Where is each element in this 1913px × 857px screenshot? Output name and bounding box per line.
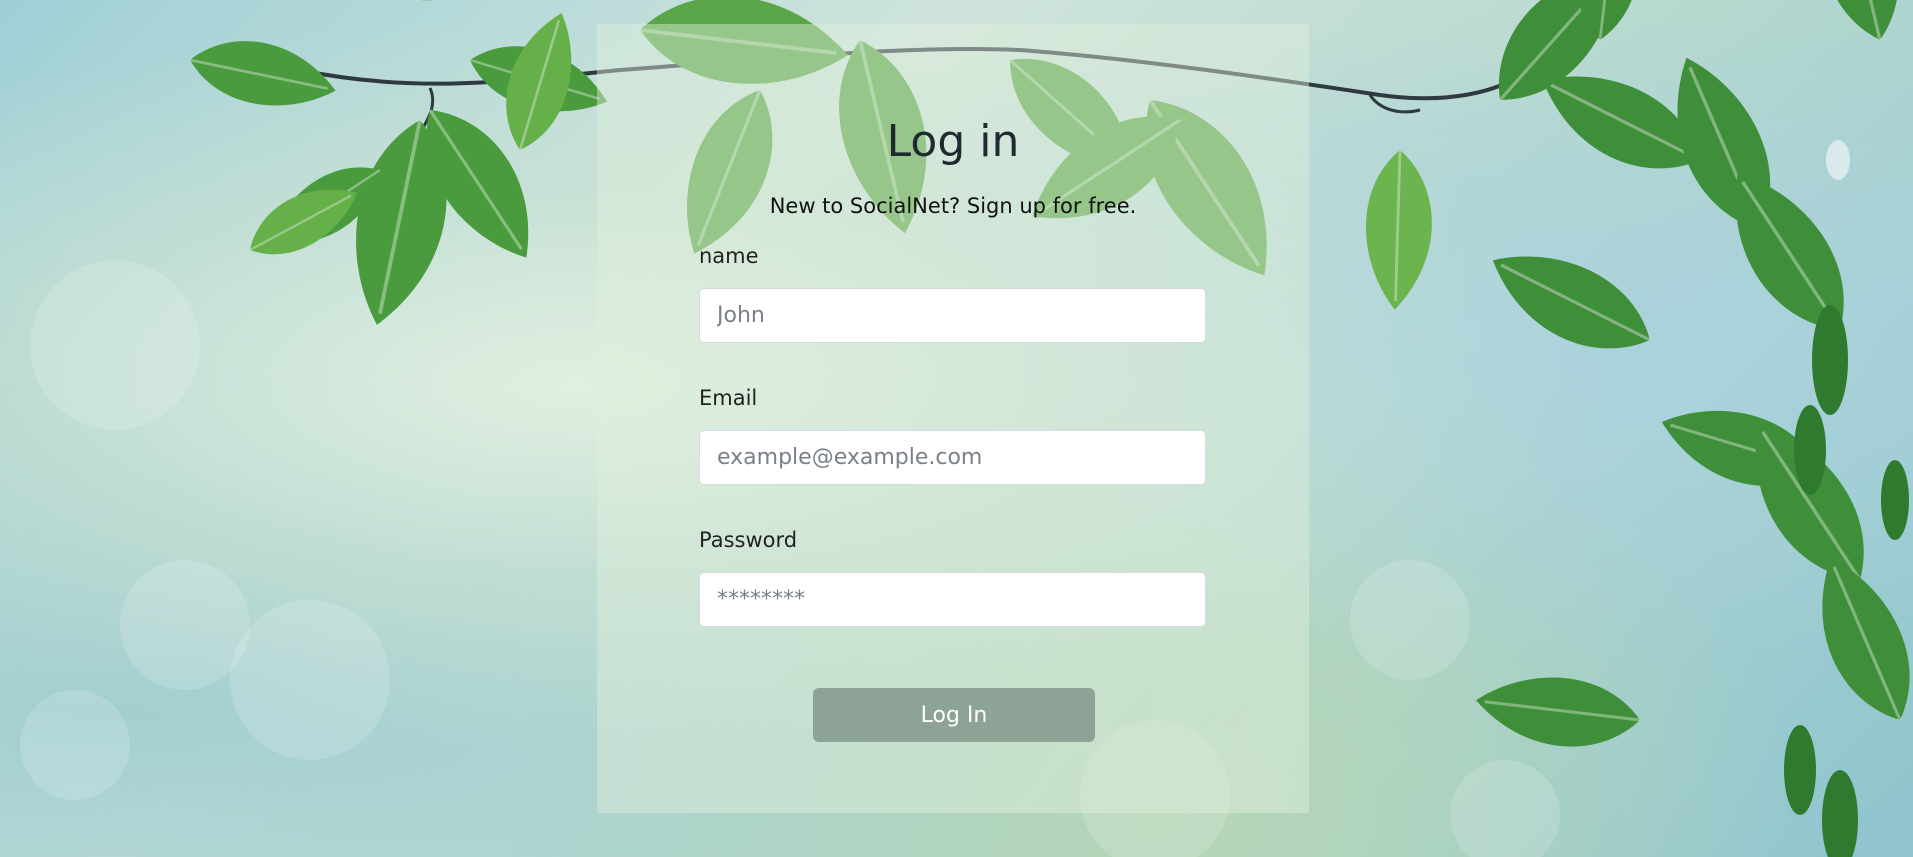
page-title: Log in — [886, 116, 1020, 167]
login-page: Log in New to SocialNet? Sign up for fre… — [0, 0, 1913, 857]
background-bokeh — [230, 600, 390, 760]
signup-prompt: New to SocialNet? Sign up for free. — [769, 194, 1137, 218]
background-bokeh — [1450, 760, 1560, 857]
email-label: Email — [699, 386, 758, 410]
password-label: Password — [699, 528, 798, 552]
email-input[interactable] — [699, 430, 1206, 485]
name-label: name — [699, 244, 759, 268]
login-button[interactable]: Log In — [813, 688, 1095, 742]
password-input[interactable] — [699, 572, 1206, 627]
background-bokeh — [120, 560, 250, 690]
background-bokeh — [20, 690, 130, 800]
login-card: Log in New to SocialNet? Sign up for fre… — [597, 24, 1309, 813]
background-bokeh — [30, 260, 200, 430]
name-input[interactable] — [699, 288, 1206, 343]
background-bokeh — [1350, 560, 1470, 680]
